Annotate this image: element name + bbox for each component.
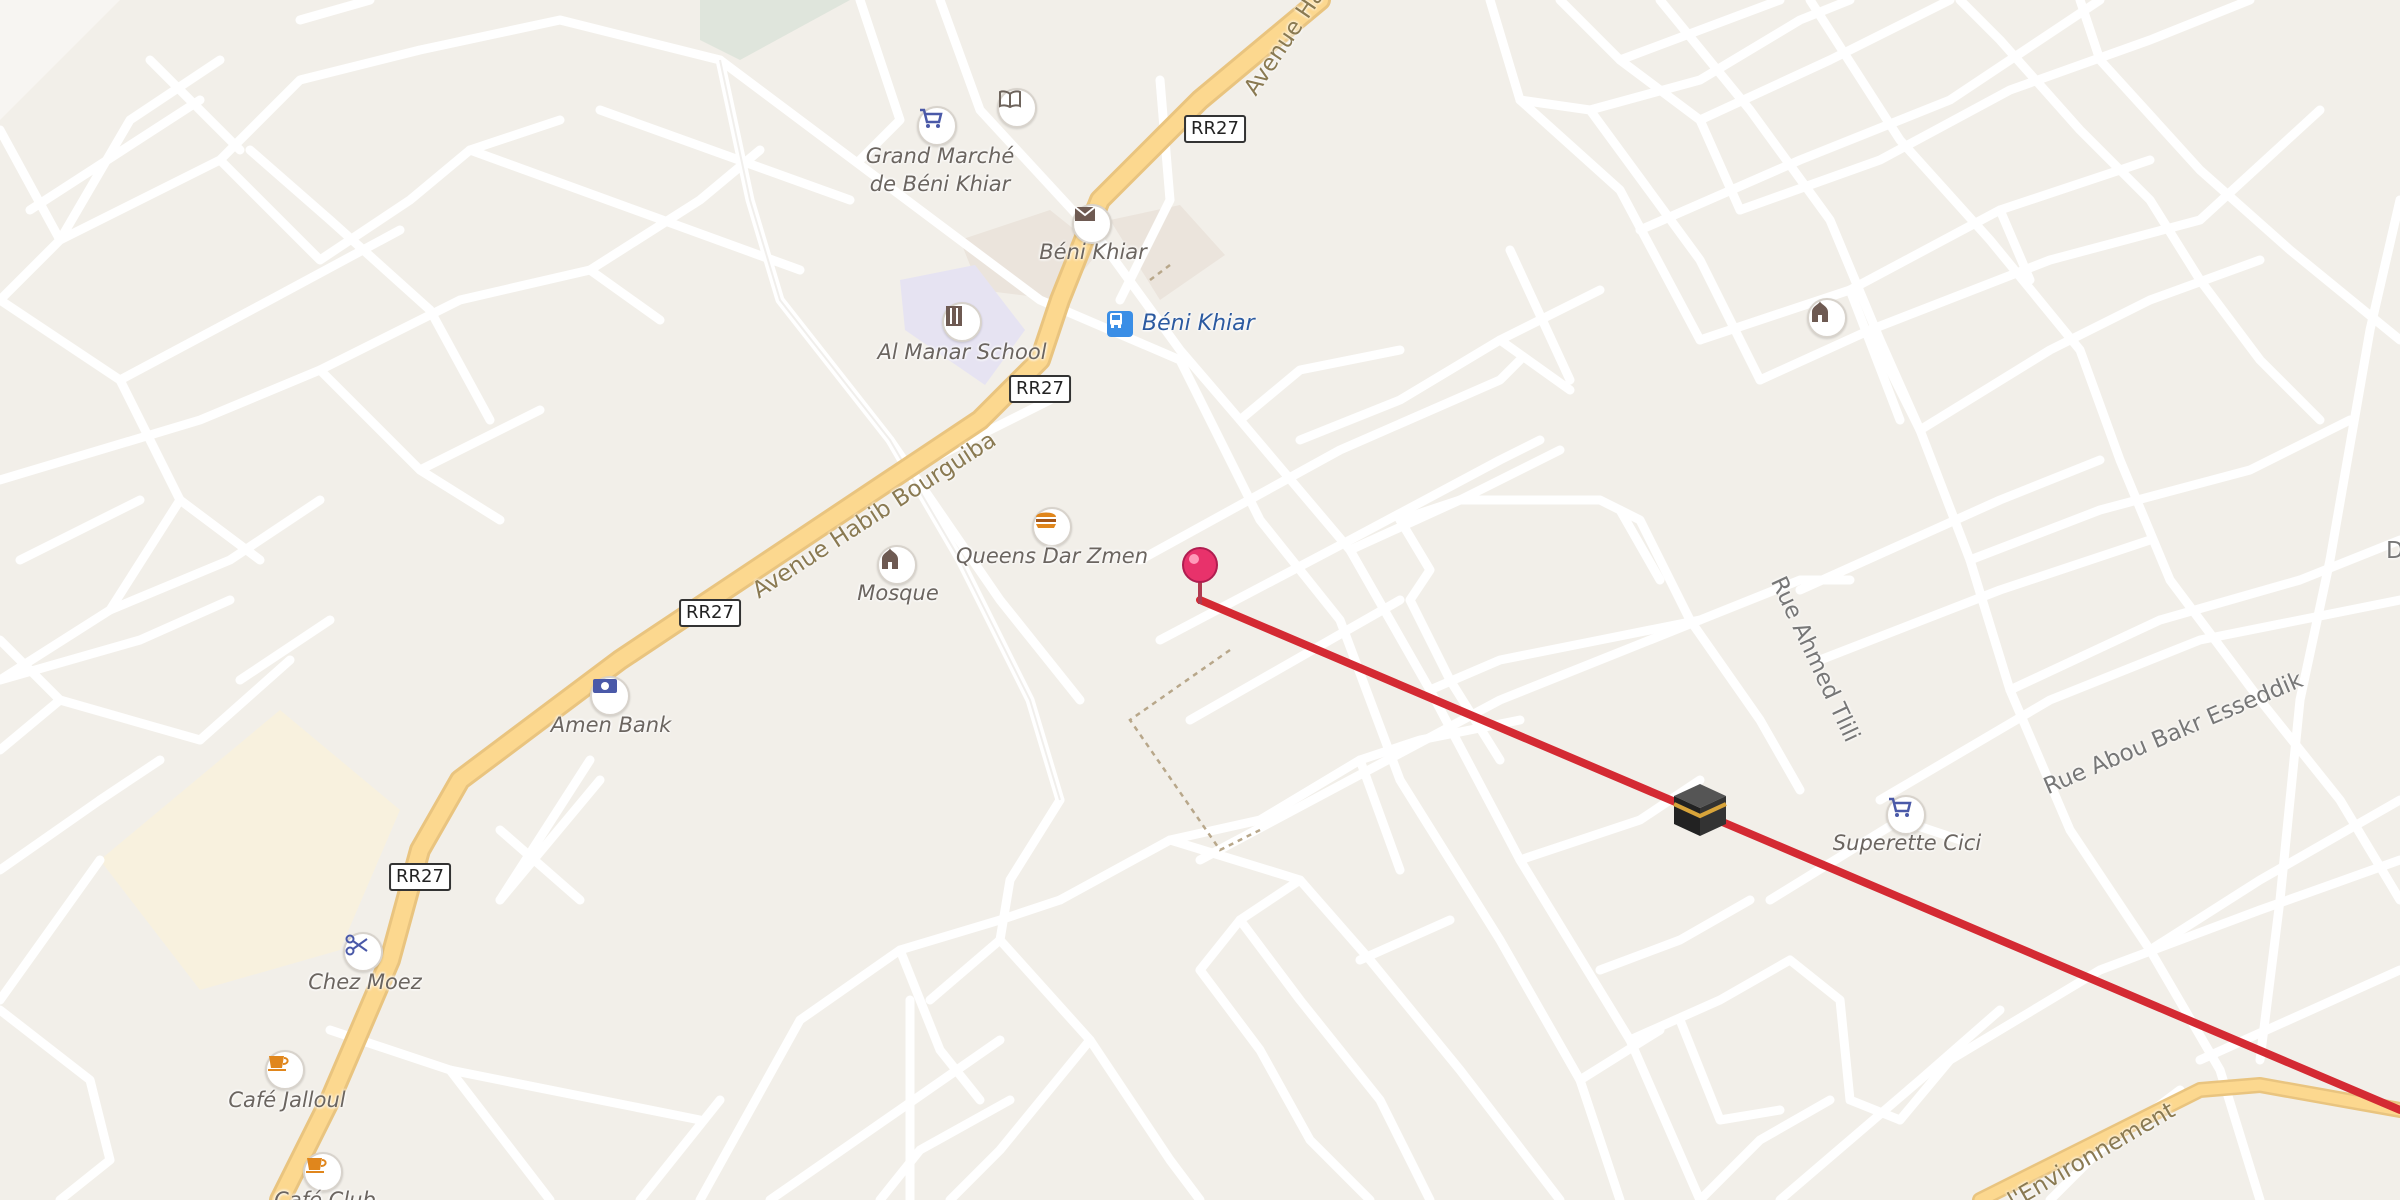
map-canvas[interactable]: Avenue Habib Bourguiba Avenue Ha Rue Ahm…: [0, 0, 2400, 1200]
poi-label-al-manar-school: Al Manar School: [877, 340, 1047, 364]
burger-icon[interactable]: [1032, 507, 1072, 547]
banknote-icon[interactable]: [590, 676, 630, 716]
route-shield-rr27: RR27: [679, 599, 741, 627]
location-pin-icon[interactable]: [1182, 547, 1218, 604]
poi-label-grand-marche: Grand Marché de Béni Khiar: [866, 142, 1015, 198]
green-area: [700, 0, 850, 60]
route-line: [1196, 596, 2400, 1114]
shopping-cart-icon[interactable]: [917, 106, 957, 146]
route-shield-rr27: RR27: [1184, 115, 1246, 143]
route-shield-rr27: RR27: [389, 863, 451, 891]
poi-label-queens-dar-zmen: Queens Dar Zmen: [955, 544, 1149, 568]
poi-label-line: Grand Marché: [865, 144, 1015, 168]
poi-label-chez-moez: Chez Moez: [308, 970, 422, 994]
school-icon[interactable]: [942, 302, 982, 342]
street-label-edge-d: D: [2386, 538, 2400, 564]
poi-label-amen-bank: Amen Bank: [550, 713, 672, 737]
route-shield-rr27: RR27: [1009, 375, 1071, 403]
corner-area: [0, 0, 120, 120]
mosque-icon[interactable]: [1807, 298, 1847, 338]
poi-label-cafe-jalloul: Café Jalloul: [228, 1088, 346, 1112]
bus-icon[interactable]: [1107, 311, 1133, 337]
book-icon[interactable]: [997, 88, 1037, 128]
coffee-cup-icon[interactable]: [265, 1050, 305, 1090]
poi-label-cafe-club: Café Club: [274, 1188, 376, 1200]
poi-label-line: de Béni Khiar: [869, 172, 1011, 196]
poi-label-bus-beni-khiar: Béni Khiar: [1142, 311, 1255, 336]
scissors-icon[interactable]: [343, 932, 383, 972]
poi-label-mosque: Mosque: [857, 581, 939, 605]
poi-label-superette-cici: Superette Cici: [1832, 831, 1982, 855]
poi-label-post-beni-khiar: Béni Khiar: [1039, 240, 1147, 264]
map-base: [0, 0, 2400, 1200]
